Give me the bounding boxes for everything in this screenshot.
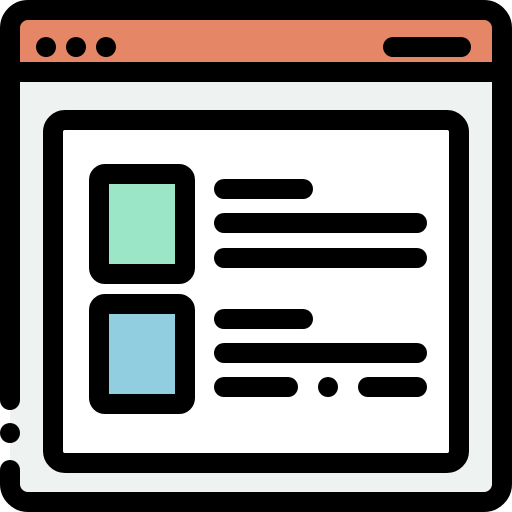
list-item-1-thumbnail bbox=[89, 164, 195, 284]
browser-window-list-icon bbox=[0, 0, 512, 512]
window-dot-3-icon bbox=[96, 37, 116, 57]
window-dot-1-icon bbox=[36, 37, 56, 57]
window-dot-2-icon bbox=[66, 37, 86, 57]
window-outline-dot bbox=[0, 423, 20, 443]
browser-window-list-icon-svg bbox=[0, 0, 512, 512]
list-item-2-thumbnail bbox=[89, 294, 195, 414]
list-item-2-line-3-dot bbox=[318, 377, 338, 397]
